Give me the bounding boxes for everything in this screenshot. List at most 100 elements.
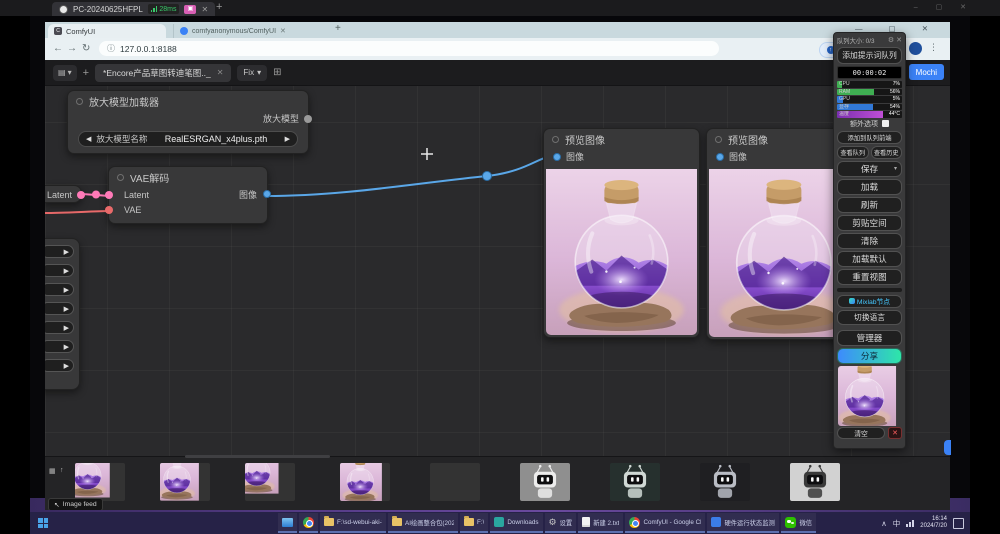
node-header[interactable]: 预览图像	[544, 129, 699, 149]
taskbar-item-chrome-window[interactable]: ComfyUI - Google Chro...	[625, 513, 705, 533]
fix-dropdown-button[interactable]: Fix ▾	[237, 65, 267, 81]
site-info-icon[interactable]: ⓘ	[107, 43, 115, 54]
feed-thumbnail[interactable]	[340, 463, 390, 501]
taskbar-item-downloads[interactable]: Downloads	[490, 513, 542, 533]
image-output-port[interactable]	[263, 190, 271, 198]
next-arrow-icon[interactable]: ▶	[285, 135, 290, 143]
browser-new-tab-button[interactable]: +	[335, 23, 341, 34]
reload-icon[interactable]: ↻	[82, 43, 90, 54]
vae-input-port[interactable]	[105, 206, 113, 214]
taskbar-item-notepad[interactable]: 新建 2.txt	[578, 513, 623, 533]
clipspace-button[interactable]: 剪贴空间	[837, 215, 902, 231]
feed-thumbnail[interactable]	[790, 463, 840, 501]
load-default-button[interactable]: 加载默认	[837, 251, 902, 267]
mixlab-button[interactable]: Mixlab节点	[837, 295, 902, 308]
ime-indicator[interactable]: 中	[893, 518, 901, 529]
taskbar-item-wechat[interactable]: 微信	[781, 513, 816, 533]
screen-badge-icon[interactable]: ▣	[184, 5, 196, 14]
queue-size-bar[interactable]: 队列大小: 0/3 ⚙ ✕	[837, 35, 902, 45]
browser-tab-secondary[interactable]: comfyanonymous/ComfyUI ✕	[173, 24, 325, 38]
image-input-port[interactable]	[553, 153, 561, 161]
input-slot-latent: Latent 图像	[109, 187, 267, 202]
taskbar-item-folder1[interactable]: F:\sd-webui-aki-v4.4	[320, 513, 386, 533]
comfyui-canvas[interactable]: ▤ ▾ + *Encore产品草图转迪笔图.._ ✕ Fix ▾ ⊞ Mochi…	[45, 60, 950, 510]
action-center-icon[interactable]	[953, 518, 964, 529]
feed-thumbnail[interactable]	[700, 463, 750, 501]
latest-result-thumbnail[interactable]	[838, 366, 901, 426]
taskbar-item-settings[interactable]: ⚙设置	[545, 513, 577, 533]
manager-button[interactable]: 管理器	[837, 330, 902, 346]
taskbar-item-explorer[interactable]	[278, 513, 297, 533]
collapse-dot-icon[interactable]	[117, 174, 124, 181]
feed-thumbnail[interactable]	[520, 463, 570, 501]
taskbar-item-folder2[interactable]: AI绘画整合包(2024)726	[388, 513, 458, 533]
feed-layout-icon[interactable]: ▦	[49, 467, 56, 475]
layout-grid-icon[interactable]: ⊞	[273, 67, 281, 78]
taskbar-item-monitor-app[interactable]: 硬件运行状态监测数据	[707, 513, 779, 533]
prev-arrow-icon[interactable]: ◀	[86, 135, 91, 143]
workflow-tab[interactable]: *Encore产品草图转迪笔图.._ ✕	[95, 64, 231, 82]
remote-session-tab[interactable]: PC-20240625HFPL 28ms ▣ ✕	[52, 2, 215, 16]
queue-front-button[interactable]: 添加到队列前端	[837, 131, 902, 144]
model-name-combo-widget[interactable]: ◀ 放大模型名称 RealESRGAN_x4plus.pth ▶	[78, 131, 298, 147]
new-session-button[interactable]: +	[216, 1, 222, 13]
preview-image[interactable]	[546, 169, 697, 335]
remote-window-controls[interactable]: – ▢ ✕	[914, 3, 974, 11]
start-button[interactable]	[34, 514, 52, 532]
workflow-tab-close-icon[interactable]: ✕	[217, 68, 224, 77]
new-workflow-button[interactable]: +	[83, 67, 89, 79]
feed-thumbnail[interactable]	[75, 463, 125, 501]
address-bar[interactable]: ⓘ 127.0.0.1:8188	[99, 41, 719, 56]
back-icon[interactable]: ←	[53, 43, 63, 54]
offscreen-node-widgets[interactable]: ▶ ▶ ▶ ▶ ▶ ▶ ▶	[45, 238, 80, 390]
tab-close-icon[interactable]: ✕	[280, 27, 286, 35]
switch-language-button[interactable]: 切换语言	[837, 310, 902, 325]
feed-thumbnail[interactable]	[430, 463, 480, 501]
node-preview-image-left[interactable]: 预览图像 图像	[543, 128, 700, 338]
collapse-dot-icon[interactable]	[715, 136, 722, 143]
image-input-port[interactable]	[716, 153, 724, 161]
taskbar-item-folder3[interactable]: F:\	[460, 513, 488, 533]
workflow-folder-button[interactable]: ▤ ▾	[53, 65, 77, 81]
view-queue-button[interactable]: 查看队列	[837, 146, 869, 159]
save-button[interactable]: 保存 ▾	[837, 161, 902, 177]
feed-thumbnail[interactable]	[160, 463, 210, 501]
offscreen-node-latent[interactable]: Latent	[45, 185, 82, 203]
feed-thumbnail[interactable]	[245, 463, 295, 501]
node-upscale-model-loader[interactable]: 放大模型加载器 放大模型 ◀ 放大模型名称 RealESRGAN_x4plus.…	[67, 90, 309, 154]
node-header[interactable]: VAE解码	[109, 167, 267, 187]
collapse-dot-icon[interactable]	[552, 136, 559, 143]
tray-expand-icon[interactable]: ∧	[881, 519, 887, 528]
collapse-dot-icon[interactable]	[76, 98, 83, 105]
browser-menu-icon[interactable]: ⋮	[929, 42, 938, 53]
latent-input-port[interactable]	[105, 191, 113, 199]
taskbar-item-chrome[interactable]	[299, 513, 318, 533]
feed-thumbnail[interactable]	[610, 463, 660, 501]
clear-button[interactable]: 清除	[837, 233, 902, 249]
sidebar-edge-handle[interactable]	[944, 440, 951, 455]
feed-close-button[interactable]: ✕	[888, 427, 902, 439]
feed-scrollbar[interactable]	[185, 455, 330, 458]
load-button[interactable]: 加载	[837, 179, 902, 195]
user-badge[interactable]: Mochi	[909, 64, 944, 80]
share-button[interactable]: 分享	[837, 348, 902, 364]
feed-clear-button[interactable]: 清空	[837, 427, 885, 439]
node-vae-decode[interactable]: VAE解码 Latent 图像 VAE	[108, 166, 268, 224]
close-session-icon[interactable]: ✕	[201, 5, 208, 14]
forward-icon[interactable]: →	[67, 43, 77, 54]
refresh-button[interactable]: 刷新	[837, 197, 902, 213]
feed-collapse-icon[interactable]: ↑	[60, 467, 64, 474]
browser-tab-comfyui[interactable]: C ComfyUI	[48, 24, 166, 38]
view-history-button[interactable]: 查看历史	[871, 146, 903, 159]
taskbar-clock[interactable]: 16:14 2024/7/20	[920, 516, 947, 531]
reset-view-button[interactable]: 重置视图	[837, 269, 902, 285]
queue-prompt-button[interactable]: 添加提示词队列	[837, 47, 902, 64]
close-icon[interactable]: ✕	[896, 36, 902, 44]
profile-avatar[interactable]	[909, 42, 922, 55]
node-header[interactable]: 放大模型加载器	[68, 91, 308, 111]
latent-output-port[interactable]	[77, 191, 85, 199]
network-icon[interactable]	[906, 520, 914, 527]
upscale-model-output-port[interactable]	[304, 115, 312, 123]
extra-options-checkbox[interactable]	[882, 120, 889, 127]
gear-icon[interactable]: ⚙	[888, 36, 894, 44]
